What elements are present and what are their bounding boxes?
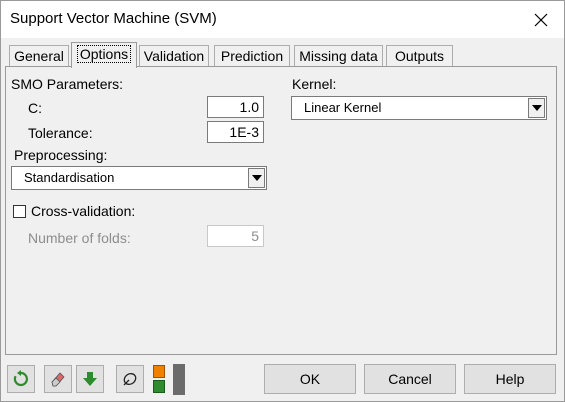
tolerance-label: Tolerance: [28,125,93,141]
selection-icon [123,373,137,386]
ok-button[interactable]: OK [264,364,356,394]
c-input[interactable]: 1.0 [207,96,264,118]
reset-icon [13,370,28,387]
cross-validation-label[interactable]: Cross-validation: [31,203,135,219]
tab-general-label: General [14,48,64,64]
tab-validation-label: Validation [143,48,205,64]
title-bar: Support Vector Machine (SVM) [1,1,564,38]
tab-outputs[interactable]: Outputs [386,45,453,66]
selection-button[interactable] [116,365,144,393]
download-button[interactable] [76,365,104,393]
smo-parameters-label: SMO Parameters: [11,76,124,92]
tab-missing-data[interactable]: Missing data [294,45,383,66]
number-of-folds-label: Number of folds: [28,230,131,246]
options-panel: SMO Parameters: C: 1.0 Tolerance: 1E-3 P… [5,66,557,355]
tab-missing-data-label: Missing data [299,48,378,64]
dialog-window: Support Vector Machine (SVM) General Opt… [0,0,565,402]
dropdown-arrow-button[interactable] [528,98,545,118]
eraser-icon [51,372,65,387]
preprocessing-select[interactable]: Standardisation [11,166,267,190]
close-button[interactable] [518,1,564,38]
cancel-button[interactable]: Cancel [364,364,456,394]
help-button[interactable]: Help [464,364,556,394]
color-toggle-icon[interactable] [152,365,168,395]
tab-options[interactable]: Options [71,42,137,68]
clear-button[interactable] [44,365,72,393]
chevron-down-icon [251,175,262,181]
preprocessing-label: Preprocessing: [14,147,108,163]
close-icon [534,13,548,26]
number-of-folds-input[interactable]: 5 [207,225,264,247]
window-title: Support Vector Machine (SVM) [10,10,217,27]
dropdown-arrow-button[interactable] [248,168,265,188]
tab-general[interactable]: General [9,45,69,66]
chevron-down-icon [531,105,542,111]
tolerance-input[interactable]: 1E-3 [207,121,264,143]
download-arrow-icon [83,372,97,386]
tab-prediction-label: Prediction [220,48,284,64]
tab-options-label: Options [76,45,132,63]
reset-button[interactable] [7,365,35,393]
preprocessing-value: Standardisation [24,170,115,185]
expand-handle[interactable] [173,364,185,395]
kernel-value: Linear Kernel [304,100,382,115]
cross-validation-checkbox[interactable] [13,205,26,218]
tab-prediction[interactable]: Prediction [214,45,290,66]
c-label: C: [28,100,42,116]
tab-validation[interactable]: Validation [139,45,209,66]
kernel-label: Kernel: [292,76,337,92]
kernel-select[interactable]: Linear Kernel [291,96,547,120]
tab-outputs-label: Outputs [394,48,445,64]
